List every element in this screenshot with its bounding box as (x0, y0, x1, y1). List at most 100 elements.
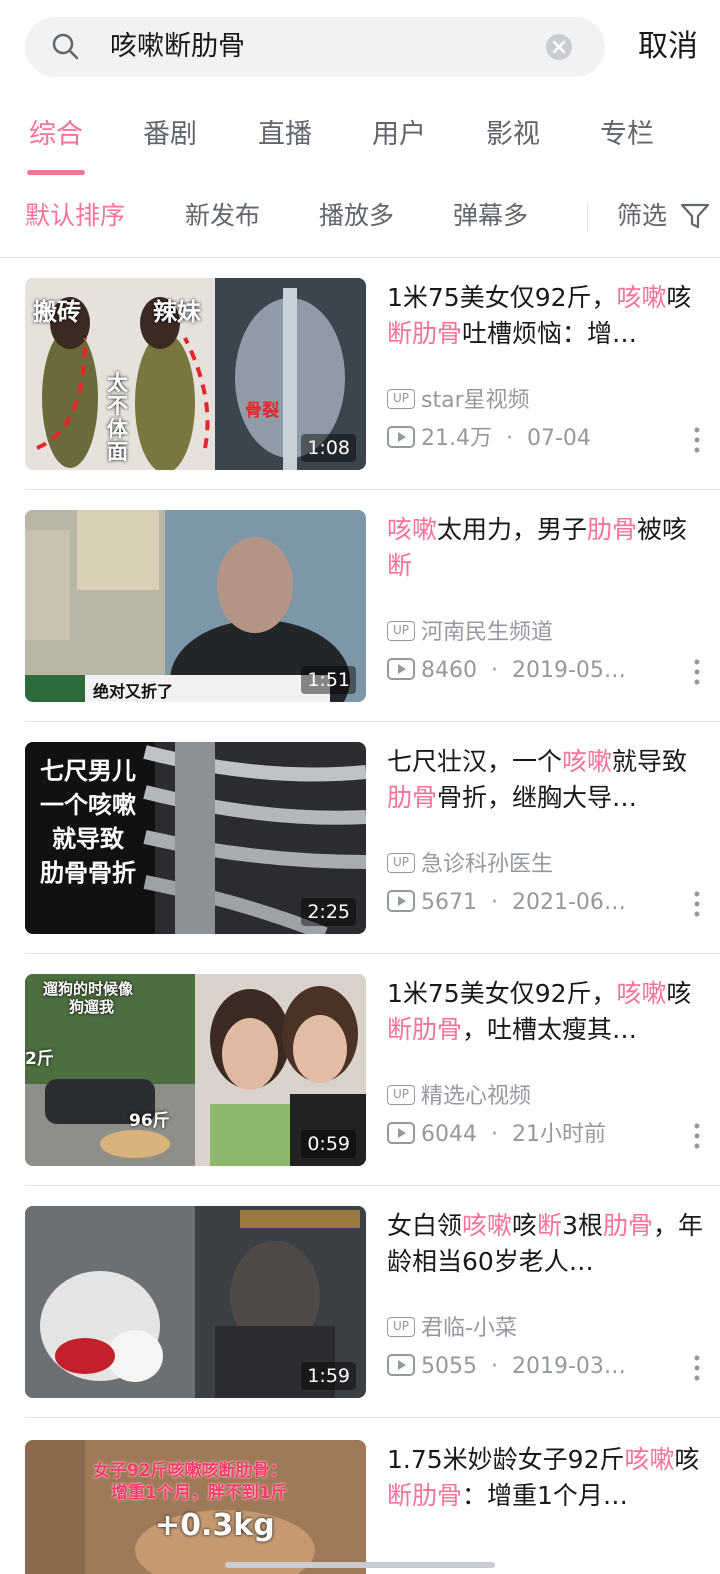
video-thumbnail[interactable]: 1:59 (25, 1206, 366, 1398)
video-duration: 1:59 (301, 1362, 356, 1390)
video-card[interactable]: 遛狗的时候像 狗遛我 2斤 96斤 0:59 1米75美女仅92斤，咳嗽咳断肋骨… (0, 954, 720, 1186)
more-options-icon[interactable] (690, 890, 704, 918)
uploader-name: 君临-小菜 (421, 1316, 517, 1341)
sort-newest[interactable]: 新发布 (185, 200, 260, 232)
tab-movies[interactable]: 影视 (486, 118, 540, 152)
title-keyword-highlight: 断肋骨 (387, 1015, 463, 1044)
tab-comprehensive[interactable]: 综合 (29, 118, 83, 152)
sort-default[interactable]: 默认排序 (25, 200, 125, 232)
play-count: 8460 (421, 658, 477, 683)
title-text: 1米75美女仅92斤， (387, 283, 617, 312)
sort-most-danmaku[interactable]: 弹幕多 (453, 200, 528, 232)
title-text: 咳 (666, 979, 692, 1008)
title-keyword-highlight: 咳嗽 (387, 515, 438, 544)
title-text: ，吐槽太瘦其… (462, 1015, 638, 1044)
active-tab-indicator (27, 170, 85, 175)
video-stats: 6044 · 21小时前 (387, 1119, 606, 1151)
title-keyword-highlight: 断 (537, 1211, 563, 1240)
tab-articles[interactable]: 专栏 (600, 118, 654, 152)
publish-date: 2019-03… (512, 1354, 626, 1379)
uploader-row[interactable]: UP 精选心视频 (387, 1082, 531, 1112)
thumb-caption: 一个咳嗽 (40, 791, 136, 819)
search-header: 咳嗽断肋骨 取消 (0, 0, 720, 95)
title-keyword-highlight: 咳嗽 (562, 747, 613, 776)
up-badge-icon: UP (387, 853, 415, 873)
tab-live[interactable]: 直播 (258, 118, 312, 152)
video-thumbnail[interactable]: 七尺男儿 一个咳嗽 就导致 肋骨骨折 2:25 (25, 742, 366, 934)
title-keyword-highlight: 肋骨 (587, 515, 638, 544)
thumb-caption: 增重1个月，胖不到1斤 (111, 1483, 288, 1503)
video-thumbnail[interactable]: 女子92斤咳嗽咳断肋骨： 增重1个月，胖不到1斤 +0.3kg (25, 1440, 366, 1574)
cancel-button[interactable]: 取消 (638, 28, 698, 66)
uploader-row[interactable]: UP 急诊科孙医生 (387, 850, 553, 880)
title-text: 吐槽烦恼：增… (462, 319, 638, 348)
video-title[interactable]: 七尺壮汉，一个咳嗽就导致肋骨骨折，继胸大导… (387, 744, 705, 816)
uploader-row[interactable]: UP 河南民生频道 (387, 618, 553, 648)
search-icon (52, 33, 79, 60)
thumb-caption: 七尺男儿 (40, 757, 136, 785)
play-count-icon (387, 658, 415, 680)
thumb-caption: 狗遛我 (69, 998, 115, 1016)
title-text: 咳 (674, 1445, 700, 1474)
tab-users[interactable]: 用户 (372, 118, 426, 152)
publish-date: 2019-05… (512, 658, 626, 683)
uploader-name: 急诊科孙医生 (421, 852, 554, 877)
more-options-icon[interactable] (690, 658, 704, 686)
title-keyword-highlight: 断肋骨 (387, 319, 463, 348)
thumb-caption-block: 七尺男儿 一个咳嗽 就导致 肋骨骨折 (25, 754, 151, 890)
more-options-icon[interactable] (690, 1354, 704, 1382)
uploader-row[interactable]: UP 君临-小菜 (387, 1314, 517, 1344)
video-duration: 0:59 (301, 1130, 356, 1158)
video-title[interactable]: 咳嗽太用力，男子肋骨被咳断 (387, 512, 705, 584)
up-badge-icon: UP (387, 1317, 415, 1337)
uploader-name: 河南民生频道 (421, 620, 554, 645)
thumb-caption: 96斤 (129, 1111, 170, 1131)
play-count-icon (387, 1354, 415, 1376)
video-title[interactable]: 女白领咳嗽咳断3根肋骨，年龄相当60岁老人… (387, 1208, 705, 1280)
watermark: 知乎 @Lucky (570, 1531, 694, 1555)
separator-dot: · (491, 890, 498, 915)
video-thumbnail[interactable]: 搬砖 辣妹 太不体面 骨裂 1:08 (25, 278, 366, 470)
tab-anime[interactable]: 番剧 (143, 118, 197, 152)
filter-icon[interactable] (680, 202, 710, 230)
title-text: 女白领 (387, 1211, 463, 1240)
filter-button[interactable]: 筛选 (617, 200, 667, 232)
title-text: 七尺壮汉，一个 (387, 747, 563, 776)
video-duration: 1:08 (301, 434, 356, 462)
separator-dot: · (491, 1354, 498, 1379)
uploader-row[interactable]: UP star星视频 (387, 386, 530, 416)
video-title[interactable]: 1米75美女仅92斤，咳嗽咳断肋骨吐槽烦恼：增… (387, 280, 705, 352)
video-card[interactable]: 1:59 女白领咳嗽咳断3根肋骨，年龄相当60岁老人… UP 君临-小菜 5055… (0, 1186, 720, 1418)
up-badge-icon: UP (387, 389, 415, 409)
video-thumbnail[interactable]: 绝对又折了 1:51 (25, 510, 366, 702)
separator-dot: · (491, 658, 498, 683)
title-text: 就导致 (612, 747, 688, 776)
video-stats: 8460 · 2019-05… (387, 655, 626, 687)
up-badge-icon: UP (387, 621, 415, 641)
separator-dot: · (491, 1122, 498, 1147)
video-card[interactable]: 七尺男儿 一个咳嗽 就导致 肋骨骨折 2:25 七尺壮汉，一个咳嗽就导致肋骨骨折… (0, 722, 720, 954)
sort-divider (587, 202, 588, 232)
thumb-caption: 辣妹 (153, 298, 201, 326)
video-stats: 5055 · 2019-03… (387, 1351, 626, 1383)
clear-icon[interactable] (545, 33, 573, 61)
video-card[interactable]: 搬砖 辣妹 太不体面 骨裂 1:08 1米75美女仅92斤，咳嗽咳断肋骨吐槽烦恼… (0, 258, 720, 490)
title-text: 骨折，继胸大导… (437, 783, 638, 812)
more-options-icon[interactable] (690, 1122, 704, 1150)
search-query[interactable]: 咳嗽断肋骨 (110, 30, 245, 64)
play-count-icon (387, 890, 415, 912)
title-text: 1.75米妙龄女子92斤 (387, 1445, 625, 1474)
publish-date: 07-04 (527, 426, 591, 451)
play-count-icon (387, 426, 415, 448)
video-title[interactable]: 1.75米妙龄女子92斤咳嗽咳断肋骨：增重1个月… (387, 1442, 705, 1514)
sort-most-played[interactable]: 播放多 (319, 200, 394, 232)
video-title[interactable]: 1米75美女仅92斤，咳嗽咳断肋骨，吐槽太瘦其… (387, 976, 705, 1048)
home-indicator[interactable] (225, 1562, 495, 1568)
video-card[interactable]: 绝对又折了 1:51 咳嗽太用力，男子肋骨被咳断 UP 河南民生频道 8460 · 2… (0, 490, 720, 722)
video-thumbnail[interactable]: 遛狗的时候像 狗遛我 2斤 96斤 0:59 (25, 974, 366, 1166)
title-text: 被咳 (637, 515, 688, 544)
title-keyword-highlight: 肋骨 (387, 783, 438, 812)
title-text: ：增重1个月… (462, 1481, 628, 1510)
video-stats: 21.4万 · 07-04 (387, 423, 591, 455)
more-options-icon[interactable] (690, 426, 704, 454)
